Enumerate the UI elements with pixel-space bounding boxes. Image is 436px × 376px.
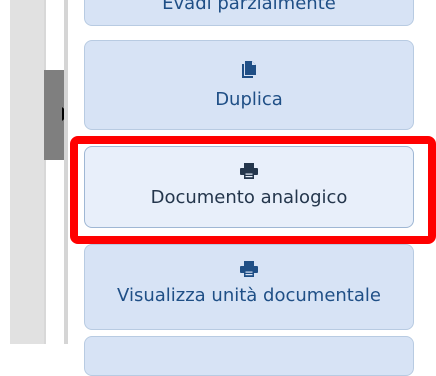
evadi-parzialmente-label: Evadi parzialmente: [162, 0, 336, 14]
duplica-button[interactable]: Duplica: [84, 40, 414, 130]
visualizza-unita-documentale-label: Visualizza unità documentale: [117, 285, 381, 306]
actions-panel: Evadi parzialmente Duplica Documento ana…: [68, 0, 436, 376]
next-action-button[interactable]: [84, 336, 414, 376]
printer-icon: [240, 261, 258, 277]
documento-analogico-label: Documento analogico: [150, 187, 348, 208]
side-panel-background: [10, 0, 44, 344]
visualizza-unita-documentale-button[interactable]: Visualizza unità documentale: [84, 244, 414, 330]
documento-analogico-button[interactable]: Documento analogico: [84, 146, 414, 228]
evadi-parzialmente-button[interactable]: Evadi parzialmente: [84, 0, 414, 26]
duplica-label: Duplica: [215, 89, 283, 110]
left-gutter: [0, 0, 10, 344]
copy-file-icon: [242, 61, 256, 78]
side-panel-strip: [10, 0, 74, 344]
printer-icon: [240, 163, 258, 179]
